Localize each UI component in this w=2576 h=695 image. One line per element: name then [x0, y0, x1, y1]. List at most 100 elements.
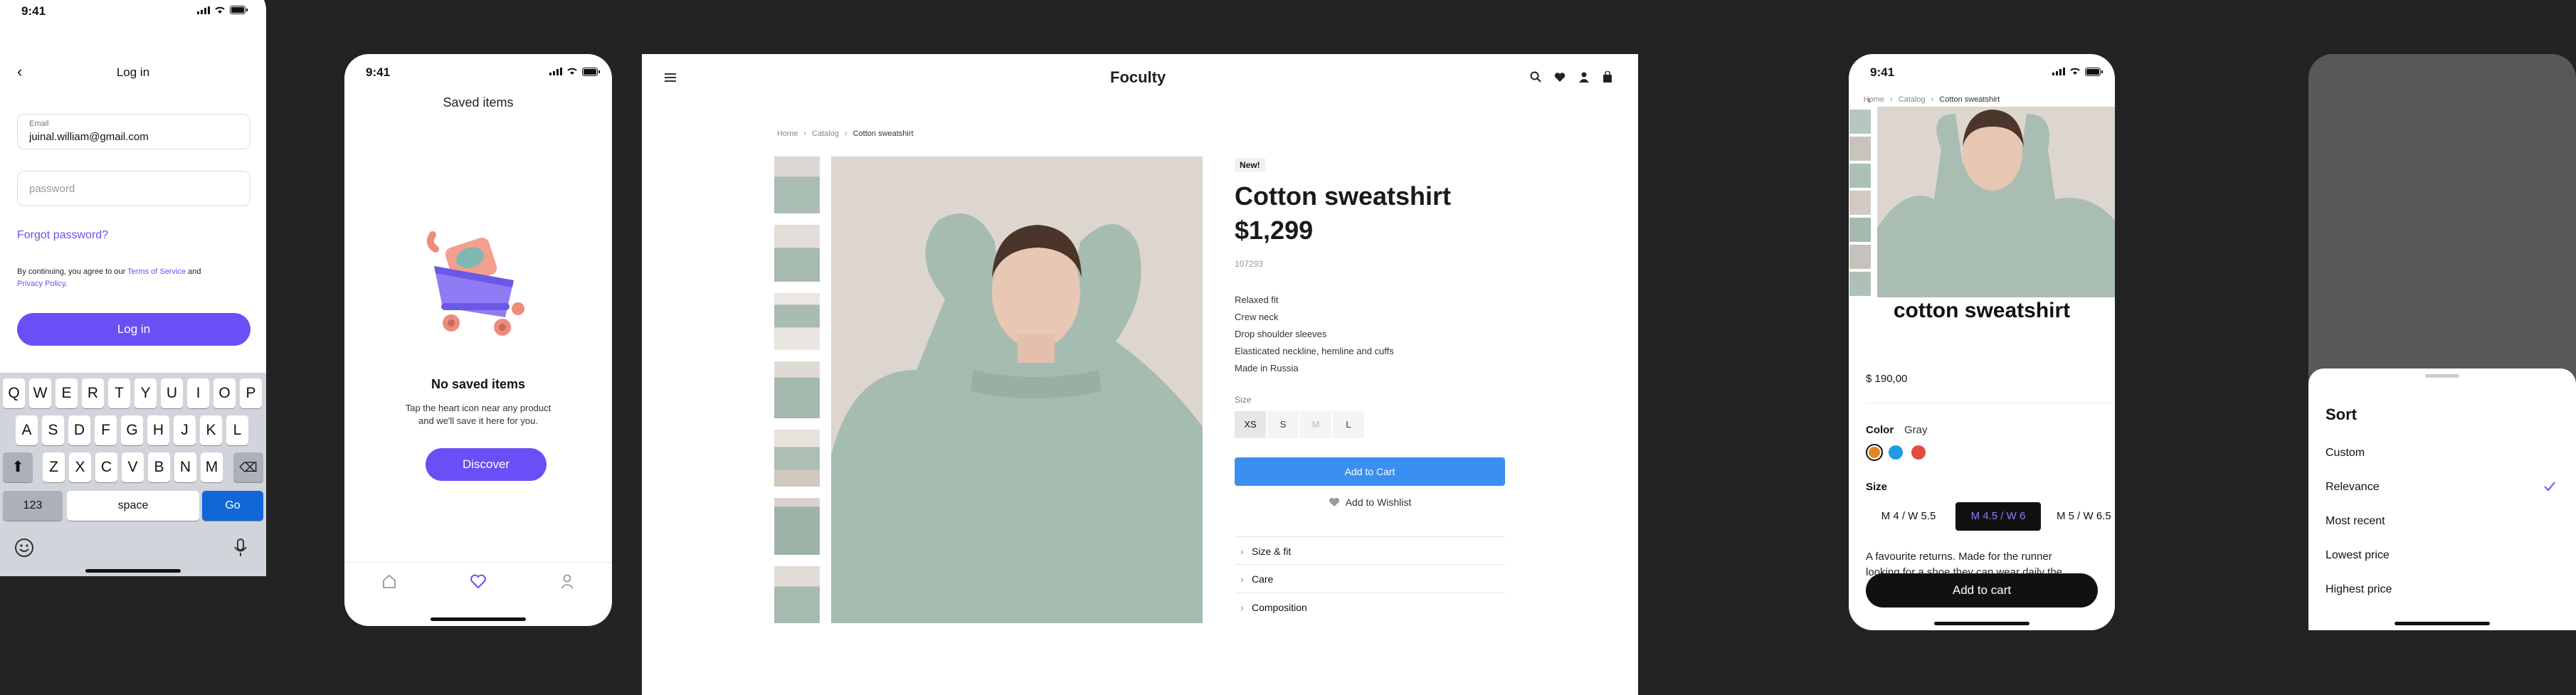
add-to-cart-button[interactable]: Add to Cart — [1235, 457, 1505, 486]
key-y[interactable]: Y — [134, 378, 157, 408]
tab-home-icon[interactable] — [381, 573, 397, 593]
menu-icon[interactable] — [665, 73, 676, 86]
battery-icon — [230, 6, 248, 14]
color-swatch-orange[interactable] — [1866, 444, 1883, 461]
key-f[interactable]: F — [95, 415, 117, 445]
key-s[interactable]: S — [42, 415, 64, 445]
breadcrumb-home[interactable]: Home — [777, 129, 798, 138]
shift-key[interactable]: ⬆ — [3, 452, 33, 482]
product-thumbnail-2[interactable] — [1849, 137, 1871, 161]
space-key[interactable]: space — [67, 491, 199, 521]
accordion-composition[interactable]: › Composition — [1235, 593, 1505, 622]
key-r[interactable]: R — [82, 378, 104, 408]
add-to-wishlist-button[interactable]: Add to Wishlist — [1235, 497, 1505, 514]
product-thumbnail-1[interactable] — [774, 156, 820, 213]
key-u[interactable]: U — [161, 378, 183, 408]
product-sku: 107293 — [1235, 259, 1264, 269]
product-title: Cotton sweatshirt — [1235, 181, 1452, 211]
size-option-xs[interactable]: XS — [1235, 411, 1266, 438]
terms-prefix: By continuing, you agree to our — [17, 267, 128, 276]
key-v[interactable]: V — [122, 452, 144, 482]
sort-option-custom[interactable]: Custom — [2326, 447, 2365, 460]
product-thumbnail-6[interactable] — [1849, 245, 1871, 269]
breadcrumb-home[interactable]: Home — [1864, 95, 1884, 104]
product-main-image — [1877, 107, 2115, 297]
key-j[interactable]: J — [174, 415, 196, 445]
key-o[interactable]: O — [213, 378, 236, 408]
accordion-size-fit[interactable]: › Size & fit — [1235, 536, 1505, 565]
key-t[interactable]: T — [108, 378, 130, 408]
chevron-right-icon: › — [1240, 573, 1244, 585]
go-key[interactable]: Go — [202, 491, 263, 521]
size-option-l[interactable]: L — [1333, 411, 1364, 438]
user-icon[interactable] — [1578, 71, 1590, 83]
size-option-m5[interactable]: M 5 / W 6.5 — [2047, 502, 2115, 531]
product-thumbnail-4[interactable] — [774, 361, 820, 418]
discover-button[interactable]: Discover — [426, 448, 547, 481]
key-i[interactable]: I — [187, 378, 209, 408]
size-option-m[interactable]: M — [1300, 411, 1331, 438]
privacy-link[interactable]: Privacy Policy — [17, 280, 65, 288]
key-p[interactable]: P — [240, 378, 262, 408]
product-thumbnail-1[interactable] — [1849, 110, 1871, 134]
status-icons — [549, 68, 600, 76]
sort-option-lowest-price[interactable]: Lowest price — [2326, 549, 2390, 562]
sort-option-most-recent[interactable]: Most recent — [2326, 515, 2385, 528]
search-icon[interactable] — [1530, 71, 1541, 83]
key-c[interactable]: C — [95, 452, 117, 482]
key-h[interactable]: H — [147, 415, 169, 445]
forgot-password-link[interactable]: Forgot password? — [17, 229, 108, 242]
key-g[interactable]: G — [121, 415, 143, 445]
key-l[interactable]: L — [226, 415, 248, 445]
new-badge: New! — [1235, 158, 1265, 172]
product-thumbnail-5[interactable] — [1849, 218, 1871, 242]
size-option-s[interactable]: S — [1267, 411, 1299, 438]
accordion-care[interactable]: › Care — [1235, 565, 1505, 593]
key-w[interactable]: W — [29, 378, 51, 408]
product-thumbnail-4[interactable] — [1849, 191, 1871, 215]
emoji-icon[interactable] — [14, 538, 34, 558]
password-field[interactable]: password — [17, 171, 250, 206]
product-thumbnail-6[interactable] — [774, 498, 820, 555]
key-x[interactable]: X — [69, 452, 91, 482]
product-thumbnail-7[interactable] — [774, 566, 820, 623]
backspace-key[interactable]: ⌫ — [233, 452, 263, 482]
microphone-icon[interactable] — [232, 538, 249, 558]
breadcrumb-catalog[interactable]: Catalog — [1899, 95, 1926, 104]
breadcrumb-catalog[interactable]: Catalog — [812, 129, 839, 138]
shopping-bag-icon[interactable] — [1603, 71, 1612, 83]
sheet-handle[interactable] — [2425, 374, 2459, 378]
product-thumbnail-5[interactable] — [774, 430, 820, 487]
sort-option-highest-price[interactable]: Highest price — [2326, 583, 2392, 596]
key-d[interactable]: D — [68, 415, 90, 445]
key-b[interactable]: B — [148, 452, 170, 482]
numbers-key[interactable]: 123 — [3, 491, 63, 521]
product-thumbnail-7[interactable] — [1849, 272, 1871, 296]
color-swatch-red[interactable] — [1911, 445, 1926, 460]
key-z[interactable]: Z — [43, 452, 65, 482]
size-option-m4[interactable]: M 4 / W 5.5 — [1866, 502, 1951, 531]
add-to-cart-button[interactable]: Add to cart — [1866, 573, 2098, 608]
terms-end: . — [65, 280, 68, 288]
size-option-m45[interactable]: M 4.5 / W 6 — [1955, 502, 2041, 531]
key-m[interactable]: M — [201, 452, 223, 482]
product-thumbnail-3[interactable] — [1849, 164, 1871, 188]
brand-logo[interactable]: Foculty — [1110, 68, 1166, 87]
heart-icon[interactable] — [1554, 72, 1566, 83]
key-k[interactable]: K — [200, 415, 222, 445]
tab-saved-heart-icon[interactable] — [470, 573, 487, 593]
key-n[interactable]: N — [174, 452, 196, 482]
key-e[interactable]: E — [56, 378, 78, 408]
product-thumbnail-2[interactable] — [774, 225, 820, 282]
login-button[interactable]: Log in — [17, 313, 250, 346]
email-field[interactable]: Email juinal.william@gmail.com — [17, 114, 250, 149]
key-a[interactable]: A — [16, 415, 38, 445]
color-swatch-blue[interactable] — [1889, 445, 1903, 460]
key-q[interactable]: Q — [3, 378, 25, 408]
feature-item: Made in Russia — [1235, 363, 1299, 373]
terms-link[interactable]: Terms of Service — [127, 267, 186, 276]
product-thumbnail-3[interactable] — [774, 293, 820, 350]
sort-option-relevance[interactable]: Relevance — [2326, 481, 2380, 494]
tab-profile-icon[interactable] — [559, 573, 575, 593]
size-label: Size — [1866, 481, 1888, 493]
